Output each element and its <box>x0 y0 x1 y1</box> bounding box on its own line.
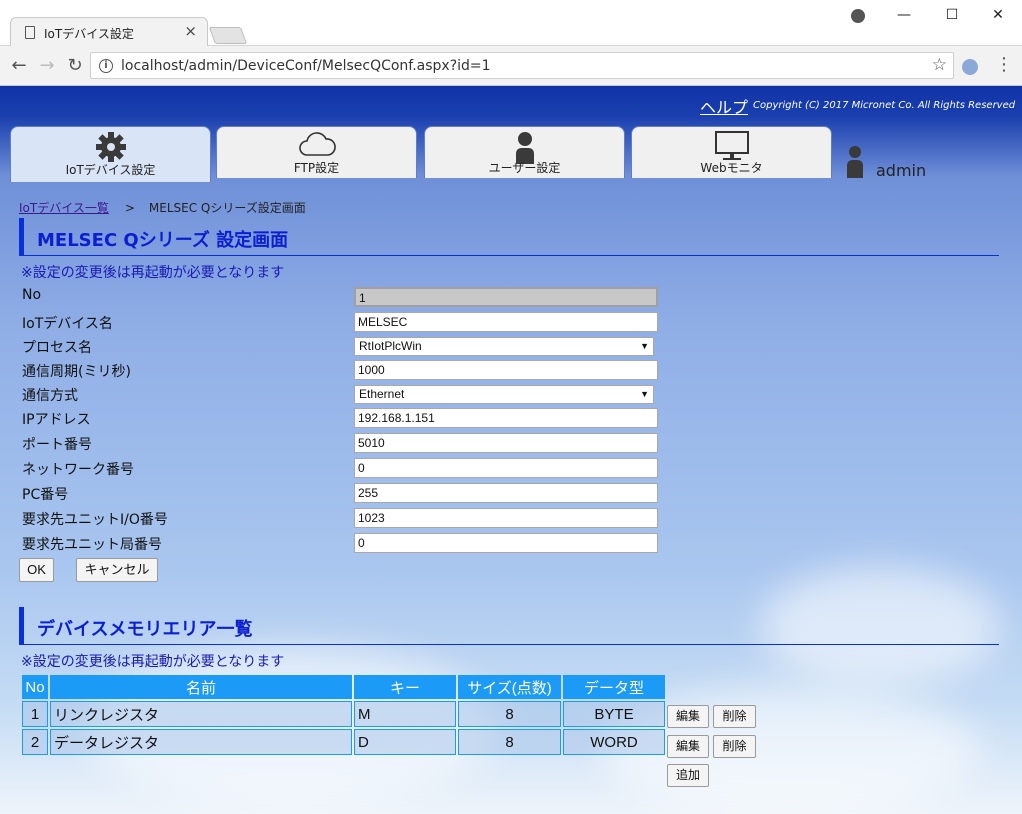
device-name-input[interactable]: MELSEC <box>354 312 658 332</box>
tab-ftp-settings[interactable]: FTP設定 <box>216 126 417 178</box>
edit-button-row-1[interactable]: 編集 <box>667 705 709 728</box>
port-input[interactable]: 5010 <box>354 433 658 453</box>
cell-key: M <box>354 701 456 727</box>
cell-name: データレジスタ <box>50 729 352 755</box>
add-button[interactable]: 追加 <box>667 764 709 787</box>
comm-method-select[interactable]: Ethernet ▼ <box>354 385 654 404</box>
cloud-icon <box>298 132 336 156</box>
column-header-name: 名前 <box>50 675 352 699</box>
cycle-input[interactable]: 1000 <box>354 360 658 380</box>
column-header-no: No <box>22 675 48 699</box>
column-header-key: キー <box>354 675 456 699</box>
process-name-value: RtIotPlcWin <box>359 339 422 353</box>
cell-size: 8 <box>458 701 561 727</box>
breadcrumb-separator: > <box>124 201 135 215</box>
tab-label: IoTデバイス設定 <box>65 163 156 177</box>
url-text[interactable]: localhost/admin/DeviceConf/MelsecQConf.a… <box>121 58 491 74</box>
user-name: admin <box>876 161 927 180</box>
address-bar-row: ← → ↻ i localhost/admin/DeviceConf/Melse… <box>0 46 1022 86</box>
account-icon[interactable] <box>851 9 865 23</box>
network-no-input[interactable]: 0 <box>354 458 658 478</box>
close-icon[interactable]: × <box>184 22 197 40</box>
label-unit-station: 要求先ユニット局番号 <box>22 537 162 553</box>
delete-button-row-1[interactable]: 削除 <box>713 705 756 728</box>
tab-web-monitor[interactable]: Webモニタ <box>631 126 832 178</box>
cancel-button[interactable]: キャンセル <box>76 558 158 582</box>
close-window-button[interactable]: ✕ <box>978 2 1018 28</box>
process-name-select[interactable]: RtIotPlcWin ▼ <box>354 337 654 356</box>
unit-station-input[interactable]: 0 <box>354 533 658 553</box>
extension-icon[interactable] <box>962 59 978 75</box>
table-header-row: No 名前 キー サイズ(点数) データ型 <box>22 675 665 699</box>
monitor-icon <box>714 131 749 160</box>
page-title: MELSEC Qシリーズ 設定画面 <box>19 218 999 256</box>
comm-method-value: Ethernet <box>359 387 405 401</box>
label-process-name: プロセス名 <box>22 340 92 356</box>
info-icon[interactable]: i <box>99 59 113 73</box>
table-row: 2 データレジスタ D 8 WORD <box>22 729 665 755</box>
unit-io-input[interactable]: 1023 <box>354 508 658 528</box>
memory-section-title-text: デバイスメモリエリア一覧 <box>37 619 253 640</box>
menu-icon[interactable]: ⋮ <box>995 54 1013 75</box>
cell-type: BYTE <box>563 701 665 727</box>
no-field: 1 <box>354 287 658 307</box>
cell-type: WORD <box>563 729 665 755</box>
label-no: No <box>22 287 42 303</box>
chevron-down-icon: ▼ <box>640 389 649 399</box>
cell-name: リンクレジスタ <box>50 701 352 727</box>
copyright-text: Copyright (C) 2017 Micronet Co. All Righ… <box>753 100 1016 111</box>
doc-icon <box>25 26 35 39</box>
label-network-no: ネットワーク番号 <box>22 462 134 478</box>
tab-iot-device-settings[interactable]: IoTデバイス設定 <box>10 126 211 182</box>
ok-button[interactable]: OK <box>19 558 54 582</box>
forward-icon[interactable]: → <box>34 53 60 79</box>
edit-button-row-2[interactable]: 編集 <box>667 735 709 758</box>
table-row: 1 リンクレジスタ M 8 BYTE <box>22 701 665 727</box>
browser-tab[interactable]: IoTデバイス設定 × <box>10 17 208 47</box>
user-icon <box>847 146 863 178</box>
breadcrumb: IoTデバイス一覧 > MELSEC Qシリーズ設定画面 <box>19 199 306 216</box>
label-pc-no: PC番号 <box>22 487 69 503</box>
back-icon[interactable]: ← <box>6 53 32 79</box>
address-bar[interactable]: i localhost/admin/DeviceConf/MelsecQConf… <box>90 52 954 79</box>
label-cycle: 通信周期(ミリ秒) <box>22 364 131 380</box>
memory-table: No 名前 キー サイズ(点数) データ型 1 リンクレジスタ M 8 BYTE… <box>20 673 667 757</box>
minimize-button[interactable]: — <box>884 2 924 28</box>
page-title-text: MELSEC Qシリーズ 設定画面 <box>37 230 289 251</box>
cell-key: D <box>354 729 456 755</box>
help-link[interactable]: ヘルプ <box>700 94 748 118</box>
maximize-button[interactable]: ☐ <box>932 2 972 28</box>
label-ip-address: IPアドレス <box>22 412 91 428</box>
ip-address-input[interactable]: 192.168.1.151 <box>354 408 658 428</box>
label-device-name: IoTデバイス名 <box>22 316 113 332</box>
new-tab-button[interactable] <box>208 27 248 44</box>
delete-button-row-2[interactable]: 削除 <box>713 735 756 758</box>
memory-section-title: デバイスメモリエリア一覧 <box>19 607 999 645</box>
chevron-down-icon: ▼ <box>640 341 649 351</box>
label-port: ポート番号 <box>22 437 92 453</box>
restart-note: ※設定の変更後は再起動が必要となります <box>21 265 285 281</box>
breadcrumb-link-device-list[interactable]: IoTデバイス一覧 <box>19 201 109 215</box>
column-header-size: サイズ(点数) <box>458 675 561 699</box>
label-unit-io: 要求先ユニットI/O番号 <box>22 512 168 528</box>
tab-title: IoTデバイス設定 <box>44 27 134 41</box>
tab-label: FTP設定 <box>293 161 340 175</box>
cell-no: 2 <box>22 729 48 755</box>
column-header-type: データ型 <box>563 675 665 699</box>
tab-user-settings[interactable]: ユーザー設定 <box>424 126 625 178</box>
browser-titlebar: IoTデバイス設定 × — ☐ ✕ <box>0 0 1022 47</box>
tab-label: ユーザー設定 <box>488 161 561 175</box>
label-comm-method: 通信方式 <box>22 388 78 404</box>
cell-size: 8 <box>458 729 561 755</box>
pc-no-input[interactable]: 255 <box>354 483 658 503</box>
gear-icon <box>95 132 126 162</box>
breadcrumb-current: MELSEC Qシリーズ設定画面 <box>148 201 306 215</box>
tab-label: Webモニタ <box>700 161 763 175</box>
memory-restart-note: ※設定の変更後は再起動が必要となります <box>21 654 285 670</box>
cell-no: 1 <box>22 701 48 727</box>
reload-icon[interactable]: ↻ <box>62 53 88 79</box>
star-icon[interactable]: ☆ <box>932 55 947 75</box>
